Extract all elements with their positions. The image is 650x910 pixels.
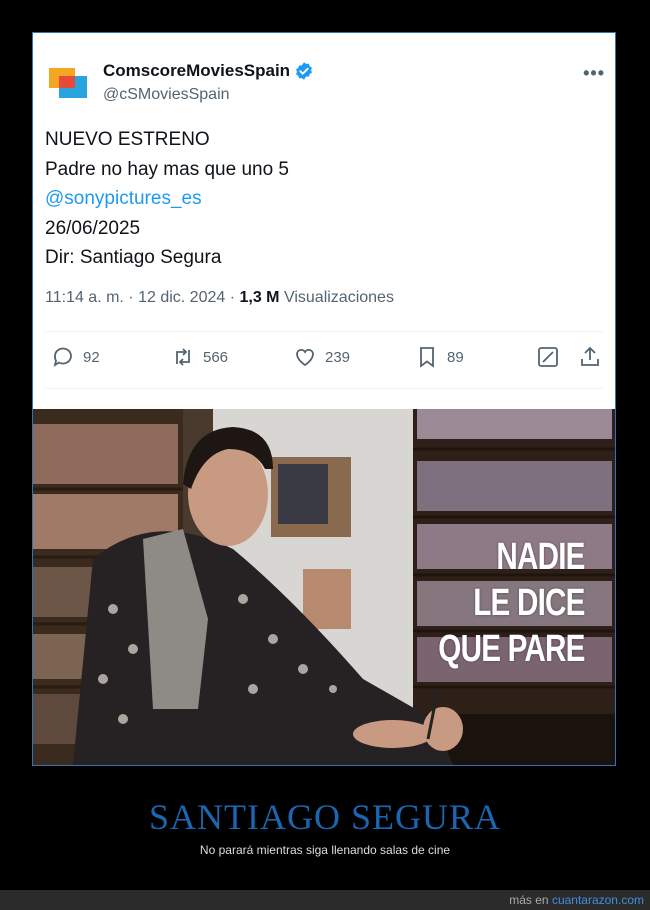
- footer-prefix: más en: [509, 893, 549, 907]
- tweet-time[interactable]: 11:14 a. m.: [45, 289, 124, 306]
- caption-title: SANTIAGO SEGURA: [148, 797, 501, 837]
- meme-photo: NADIE LE DICE QUE PARE: [33, 409, 615, 765]
- like-count: 239: [325, 348, 351, 366]
- meme-overlay-text: NADIE LE DICE QUE PARE: [438, 534, 586, 672]
- retweet-icon: [176, 348, 190, 366]
- tweet-card: ComscoreMoviesSpain @cSMoviesSpain ••• N…: [33, 33, 615, 409]
- tweet-line: Dir: Santiago Segura: [45, 247, 222, 268]
- display-name[interactable]: ComscoreMoviesSpain: [103, 61, 290, 81]
- reply-button[interactable]: 92: [51, 345, 100, 369]
- grok-button[interactable]: [536, 345, 560, 369]
- grok-icon: [538, 347, 558, 367]
- views-count: 1,3 M: [239, 289, 280, 306]
- bookmark-icon: [420, 347, 434, 368]
- caption-subtitle: No parará mientras siga llenando salas d…: [199, 843, 451, 857]
- footer-bar: más en cuantarazon.com: [0, 890, 650, 910]
- divider: [45, 331, 603, 332]
- bookmark-count: 89: [447, 348, 464, 366]
- retweet-count: 566: [203, 348, 229, 366]
- meme-frame: ComscoreMoviesSpain @cSMoviesSpain ••• N…: [32, 32, 616, 766]
- tweet-date[interactable]: 12 dic. 2024: [138, 289, 225, 306]
- action-bar: 92 566 239 89: [33, 345, 615, 375]
- tweet-line: 26/06/2025: [45, 217, 141, 239]
- share-icon: [581, 346, 599, 366]
- overlay-line: NADIE: [496, 536, 586, 578]
- user-handle[interactable]: @cSMoviesSpain: [103, 86, 230, 104]
- reply-count: 92: [83, 348, 100, 366]
- reply-icon: [53, 347, 72, 367]
- divider: [45, 388, 603, 389]
- footer-text: más en cuantarazon.com: [509, 893, 644, 907]
- share-button[interactable]: [578, 345, 602, 369]
- like-button[interactable]: 239: [293, 345, 350, 369]
- tweet-text: NUEVO ESTRENO Padre no hay mas que uno 5…: [45, 125, 289, 273]
- site-link[interactable]: cuantarazon.com: [552, 893, 644, 907]
- mention-link[interactable]: @sonypictures_es: [45, 184, 289, 214]
- tweet-line: Padre no hay mas que uno 5: [45, 158, 290, 180]
- bookmark-button[interactable]: 89: [415, 345, 464, 369]
- retweet-button[interactable]: 566: [171, 345, 228, 369]
- more-options-icon[interactable]: •••: [583, 63, 605, 84]
- overlay-line: LE DICE: [473, 582, 586, 624]
- tweet-line: NUEVO ESTRENO: [45, 129, 210, 150]
- verified-badge-icon: [296, 62, 312, 80]
- comscore-logo-icon: [49, 68, 87, 98]
- tweet-meta: 11:14 a. m. · 12 dic. 2024 · 1,3 M Visua…: [45, 289, 394, 306]
- overlay-line: QUE PARE: [438, 628, 586, 670]
- views-label: Visualizaciones: [283, 289, 394, 306]
- author-row[interactable]: ComscoreMoviesSpain: [103, 61, 314, 81]
- heart-icon: [296, 348, 314, 367]
